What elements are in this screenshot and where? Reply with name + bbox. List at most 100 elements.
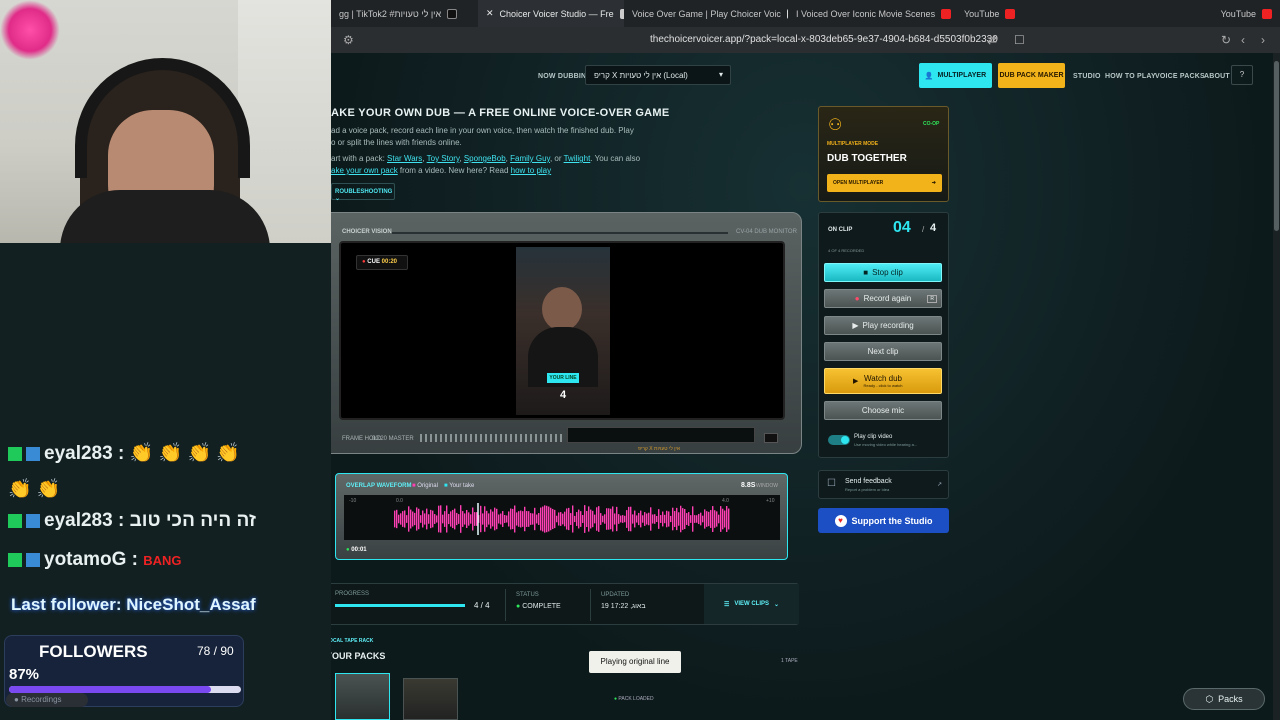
pack-select[interactable]: קריפ X אין לי טעויות (Local) ▾ — [585, 65, 731, 85]
link-spongebob[interactable]: SpongeBob — [464, 154, 506, 163]
record-again-button[interactable]: ● Record again R — [824, 289, 942, 308]
multiplayer-label: MULTIPLAYER — [937, 72, 987, 79]
waveform-bar — [490, 509, 492, 529]
watch-dub-sublabel: Ready - click to watch — [863, 383, 903, 388]
pack-tape-1[interactable] — [335, 673, 390, 720]
waveform-bar — [456, 512, 458, 526]
stop-clip-button[interactable]: ■ Stop clip — [824, 263, 942, 282]
choose-mic-button[interactable]: Choose mic — [824, 401, 942, 420]
multiplayer-button[interactable]: 👤 MULTIPLAYER — [919, 63, 992, 88]
help-button[interactable]: ? — [1231, 65, 1253, 85]
waveform-bar — [620, 515, 622, 523]
monitor-toggle[interactable] — [764, 433, 778, 443]
multiplayer-mode-label: MULTIPLAYER MODE — [827, 141, 879, 147]
hero-line-3: art with a pack: Star Wars, Toy Story, S… — [331, 154, 641, 163]
waveform-tick-right: +10 — [766, 498, 775, 504]
nav-about[interactable]: ABOUT — [1204, 73, 1230, 80]
tab-youtube-2[interactable]: YouTube — [1110, 0, 1280, 27]
link-twilight[interactable]: Twilight — [564, 154, 591, 163]
back-icon[interactable]: ‹ — [1241, 33, 1245, 47]
progress-track — [335, 604, 465, 607]
tab-choicer-voicer[interactable]: ✕ Choicer Voicer Studio — Fre — [478, 0, 624, 27]
watch-dub-button[interactable]: ▶ Watch dub Ready - click to watch — [824, 368, 942, 394]
waveform-bar — [688, 512, 690, 526]
waveform-bar — [540, 507, 542, 531]
link-toy-story[interactable]: Toy Story — [427, 154, 460, 163]
waveform-bar — [668, 511, 670, 527]
waveform-bar — [726, 506, 728, 532]
waveform-bar — [674, 511, 676, 527]
waveform-bar — [666, 510, 668, 528]
scrollbar[interactable] — [1273, 53, 1280, 720]
scrub-bar[interactable] — [567, 427, 755, 443]
tiktok-icon — [447, 8, 458, 19]
waveform-bar — [590, 509, 592, 529]
video-screen[interactable]: ● CUE 00:20 YOUR LINE 4 — [339, 241, 785, 420]
tab-tiktok[interactable]: gg | TikTokאין לי טעויות# 2 — [331, 0, 478, 27]
link-how-to-play[interactable]: how to play — [511, 166, 551, 175]
tab-label: YouTube — [964, 8, 1000, 19]
troubleshooting-label: ROUBLESHOOTING — [335, 189, 393, 195]
dub-pack-maker-button[interactable]: DUB PACK MAKER — [998, 63, 1065, 88]
next-clip-button[interactable]: Next clip — [824, 342, 942, 361]
waveform-bar — [664, 514, 666, 524]
legend-take: ■ Your take — [444, 483, 474, 489]
waveform-bar — [544, 505, 546, 533]
followers-track — [9, 686, 241, 693]
stream-logo — [0, 0, 60, 60]
waveform-bar — [492, 511, 494, 527]
chat-user: eyal283 — [44, 443, 113, 464]
waveform-bar — [422, 510, 424, 528]
video-frame: YOUR LINE 4 — [516, 247, 610, 415]
link-family-guy[interactable]: Family Guy — [510, 154, 550, 163]
waveform-bar — [528, 511, 530, 527]
stop-icon: ■ — [863, 268, 869, 277]
cue-time: 00:20 — [381, 259, 397, 265]
play-clip-video-toggle[interactable] — [828, 435, 850, 445]
link-make-own-pack[interactable]: ake your own pack — [331, 166, 398, 175]
dub-monitor: CHOICER VISION CV-04 DUB MONITOR ● CUE 0… — [321, 212, 802, 454]
waveform-bar — [546, 505, 548, 533]
bookmark-icon[interactable]: ☐ — [1014, 33, 1025, 47]
play-clip-video-label: Play clip video — [854, 434, 893, 440]
waveform-tick-left: -10 — [349, 498, 357, 504]
reload-icon[interactable]: ↻ — [1221, 33, 1231, 47]
support-studio-button[interactable]: ♥ Support the Studio — [818, 508, 949, 533]
view-clips-button[interactable]: ☰ VIEW CLIPS ⌄ — [704, 584, 799, 624]
record-dot-icon: ● — [362, 259, 366, 265]
toast-message: Playing original line — [589, 651, 681, 673]
nav-voice-packs[interactable]: VOICE PACKS — [1155, 73, 1205, 80]
tab-youtube-1[interactable]: YouTube — [956, 0, 1110, 27]
waveform-bar — [510, 508, 512, 530]
pack-tape-2[interactable] — [403, 678, 458, 720]
link-star-wars[interactable]: Star Wars — [387, 154, 422, 163]
site-settings-icon[interactable]: ⚙ — [343, 33, 354, 47]
send-feedback-button[interactable]: ☐ Send feedback Report a problem or idea… — [818, 470, 949, 499]
waveform-bar — [598, 506, 600, 532]
waveform-bar — [646, 513, 648, 525]
monitor-divider — [392, 232, 728, 234]
tab-voice-over-game[interactable]: Voice Over Game | Play Choicer Voic — [624, 0, 788, 27]
record-dot-icon: ● — [14, 695, 19, 704]
watch-dub-label: Watch dub — [864, 374, 902, 383]
waveform-bar — [526, 511, 528, 527]
waveform-canvas[interactable]: -10 0.0 4.0 +10 — [344, 495, 780, 540]
scrollbar-thumb[interactable] — [1274, 61, 1279, 231]
hero-line-3-prefix: art with a pack: — [331, 154, 385, 163]
progress-fill — [335, 604, 465, 607]
total-clips: 4 — [930, 222, 937, 234]
extension-icon[interactable]: ⇄ — [987, 33, 997, 47]
packs-button[interactable]: ⬡ Packs — [1183, 688, 1265, 710]
close-icon[interactable]: ✕ — [486, 8, 494, 19]
forward-icon[interactable]: › — [1261, 33, 1265, 47]
open-multiplayer-button[interactable]: OPEN MULTIPLAYER ➔ — [827, 174, 942, 192]
play-recording-button[interactable]: ▶ Play recording — [824, 316, 942, 335]
nav-studio[interactable]: STUDIO — [1073, 73, 1101, 80]
nav-how-to-play[interactable]: HOW TO PLAY — [1105, 73, 1156, 80]
legend-swatch: ■ — [412, 483, 416, 489]
troubleshooting-button[interactable]: ROUBLESHOOTING ⌄ — [331, 183, 395, 202]
on-clip-label: ON CLIP — [828, 227, 853, 233]
clip-number: 4 — [559, 389, 567, 401]
tab-iconic-scenes[interactable]: I Voiced Over Iconic Movie Scenes — [788, 0, 956, 27]
url-field[interactable]: thechoicervoicer.app/?pack=local-x-803de… — [650, 34, 998, 45]
